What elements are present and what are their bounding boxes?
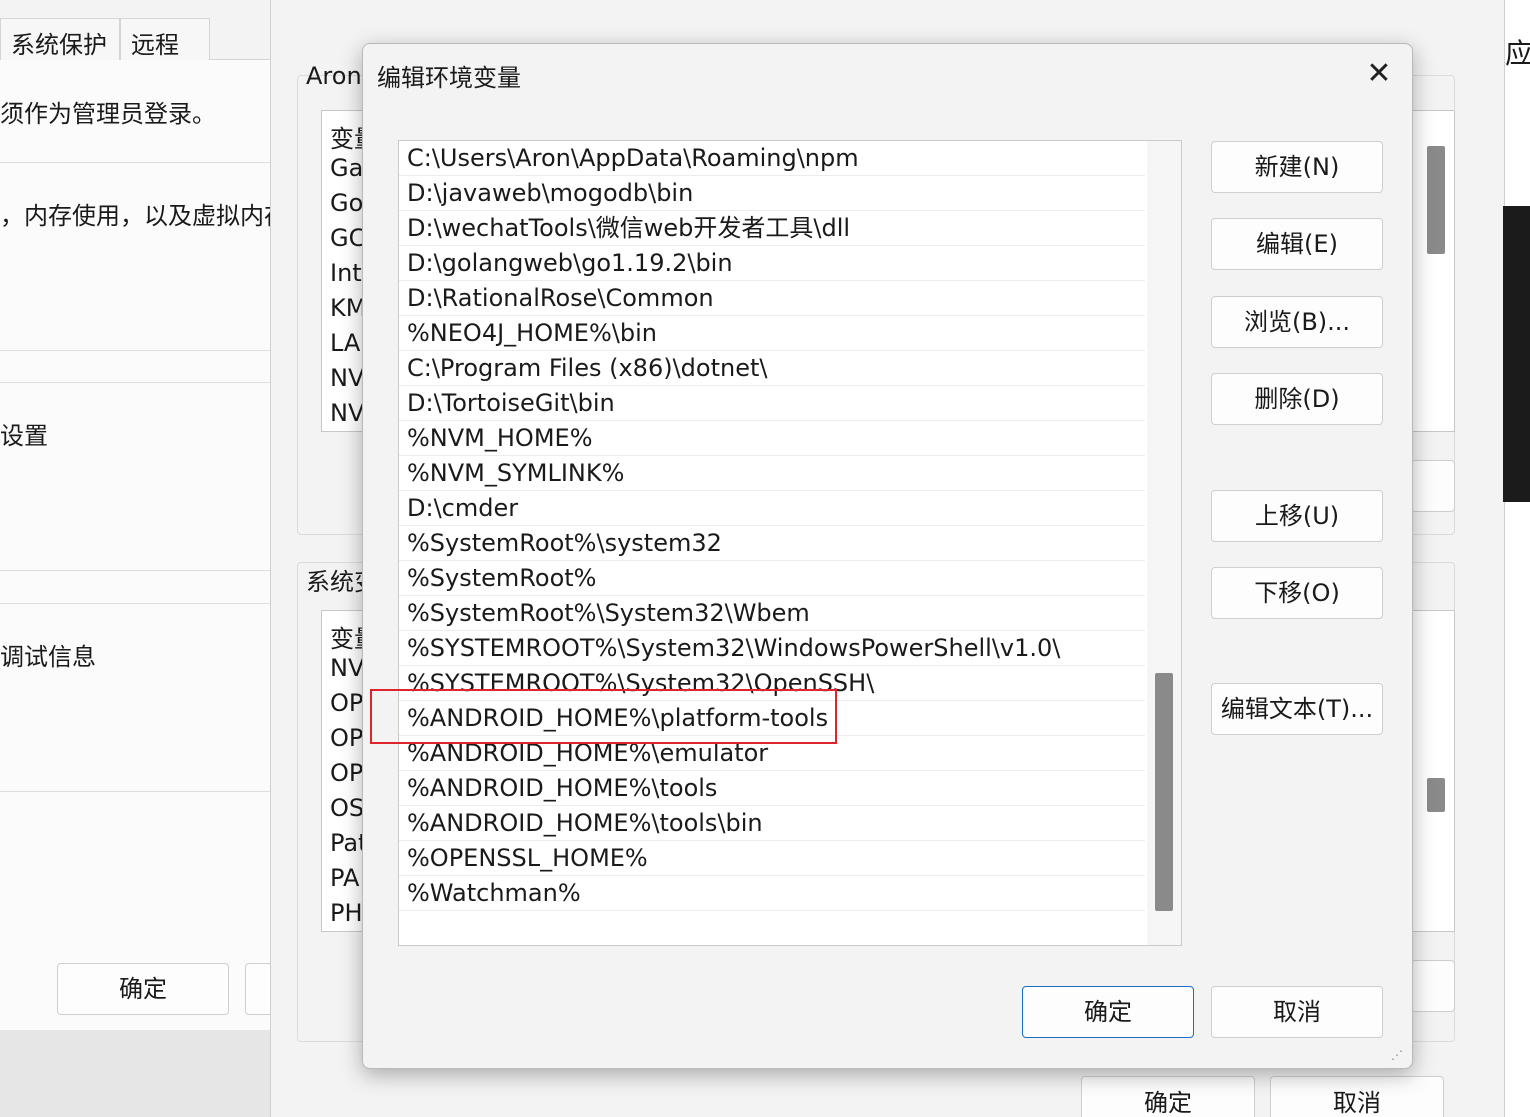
settings-label: 设置 [0, 422, 48, 450]
list-item[interactable]: NV [330, 364, 364, 392]
highlight-annotation-box [370, 689, 837, 744]
list-item[interactable]: OP [330, 724, 363, 752]
path-entry[interactable]: %ANDROID_HOME%\tools [399, 771, 1145, 806]
list-item[interactable]: GC [330, 224, 365, 252]
tab-remote[interactable]: 远程 [120, 18, 210, 60]
performance-description: ，内存使用，以及虚拟内存 [0, 202, 272, 230]
delete-button[interactable]: 删除(D) [1211, 373, 1383, 425]
right-window-fragment-lower [1505, 502, 1530, 1117]
path-entry[interactable]: C:\Users\Aron\AppData\Roaming\npm [399, 141, 1145, 176]
list-item[interactable]: Go [330, 189, 363, 217]
path-entry[interactable]: C:\Program Files (x86)\dotnet\ [399, 351, 1145, 386]
path-entry[interactable]: %SystemRoot%\System32\Wbem [399, 596, 1145, 631]
user-variables-button-fragment[interactable] [1411, 460, 1455, 512]
edit-text-button[interactable]: 编辑文本(T)... [1211, 683, 1383, 735]
dialog-title: 编辑环境变量 [377, 64, 521, 92]
move-down-button[interactable]: 下移(O) [1211, 567, 1383, 619]
list-item[interactable]: NV [330, 654, 364, 682]
list-item[interactable]: OP [330, 759, 363, 787]
right-fragment-text: 应 [1505, 37, 1530, 70]
new-button[interactable]: 新建(N) [1211, 141, 1383, 193]
path-entry[interactable]: %NVM_SYMLINK% [399, 456, 1145, 491]
path-entry[interactable]: D:\javaweb\mogodb\bin [399, 176, 1145, 211]
admin-login-note: 须作为管理员登录。 [0, 100, 216, 128]
env-cancel-button[interactable]: 取消 [1270, 1076, 1444, 1117]
cancel-button[interactable]: 取消 [1211, 986, 1383, 1038]
list-item[interactable]: PH [330, 899, 363, 927]
path-entry[interactable]: D:\RationalRose\Common [399, 281, 1145, 316]
divider [0, 570, 271, 571]
close-icon[interactable]: ✕ [1357, 54, 1401, 94]
path-entry[interactable]: %NVM_HOME% [399, 421, 1145, 456]
divider [0, 603, 271, 604]
divider [0, 162, 271, 163]
move-up-button[interactable]: 上移(U) [1211, 490, 1383, 542]
path-entry[interactable]: %SYSTEMROOT%\System32\WindowsPowerShell\… [399, 631, 1145, 666]
path-entry[interactable]: %OPENSSL_HOME% [399, 841, 1145, 876]
debug-info-label: 调试信息 [0, 643, 96, 671]
list-item[interactable]: OP [330, 689, 363, 717]
path-entry[interactable]: D:\golangweb\go1.19.2\bin [399, 246, 1145, 281]
system-properties-cancel-button[interactable] [245, 963, 271, 1015]
edit-environment-variable-dialog: 编辑环境变量 ✕ C:\Users\Aron\AppData\Roaming\n… [362, 43, 1413, 1069]
system-properties-ok-button[interactable]: 确定 [57, 963, 229, 1015]
divider [0, 791, 271, 792]
tab-system-protection[interactable]: 系统保护 [0, 18, 120, 60]
list-item[interactable]: KM [330, 294, 366, 322]
env-ok-button[interactable]: 确定 [1081, 1076, 1255, 1117]
system-variables-button-fragment[interactable] [1411, 960, 1455, 1012]
path-entry[interactable]: %NEO4J_HOME%\bin [399, 316, 1145, 351]
ok-button[interactable]: 确定 [1022, 986, 1194, 1038]
path-entry[interactable]: %Watchman% [399, 876, 1145, 911]
edit-button[interactable]: 编辑(E) [1211, 218, 1383, 270]
path-entry[interactable]: D:\cmder [399, 491, 1145, 526]
path-entry[interactable]: %SystemRoot% [399, 561, 1145, 596]
list-item[interactable]: NV [330, 399, 364, 427]
path-entry[interactable]: %ANDROID_HOME%\tools\bin [399, 806, 1145, 841]
divider [0, 382, 271, 383]
path-entry[interactable]: D:\TortoiseGit\bin [399, 386, 1145, 421]
system-properties-window: 系统保护 远程 须作为管理员登录。 ，内存使用，以及虚拟内存 设置 调试信息 确… [0, 0, 272, 1030]
path-entry[interactable]: %SystemRoot%\system32 [399, 526, 1145, 561]
browse-button[interactable]: 浏览(B)... [1211, 296, 1383, 348]
system-list-scrollbar[interactable] [1427, 778, 1445, 812]
list-item[interactable]: OS [330, 794, 364, 822]
tab-strip: 系统保护 远程 [0, 18, 271, 60]
divider [0, 350, 271, 351]
list-item[interactable]: Ga [330, 154, 363, 182]
path-entry[interactable]: D:\wechatTools\微信web开发者工具\dll [399, 211, 1145, 246]
right-window-fragment: 应 [1505, 0, 1530, 206]
user-variables-label: Aron [306, 62, 362, 90]
resize-grip-icon[interactable]: ⋰ [1391, 1048, 1407, 1064]
list-scrollbar-thumb[interactable] [1155, 673, 1173, 911]
dark-window-fragment [1503, 206, 1530, 502]
user-list-scrollbar[interactable] [1427, 146, 1445, 254]
advanced-tab-pane: 须作为管理员登录。 ，内存使用，以及虚拟内存 设置 调试信息 [0, 60, 272, 1030]
list-item[interactable]: PA [330, 864, 359, 892]
path-entries-list[interactable]: C:\Users\Aron\AppData\Roaming\npm D:\java… [398, 140, 1182, 946]
background-fragment [0, 1030, 272, 1117]
